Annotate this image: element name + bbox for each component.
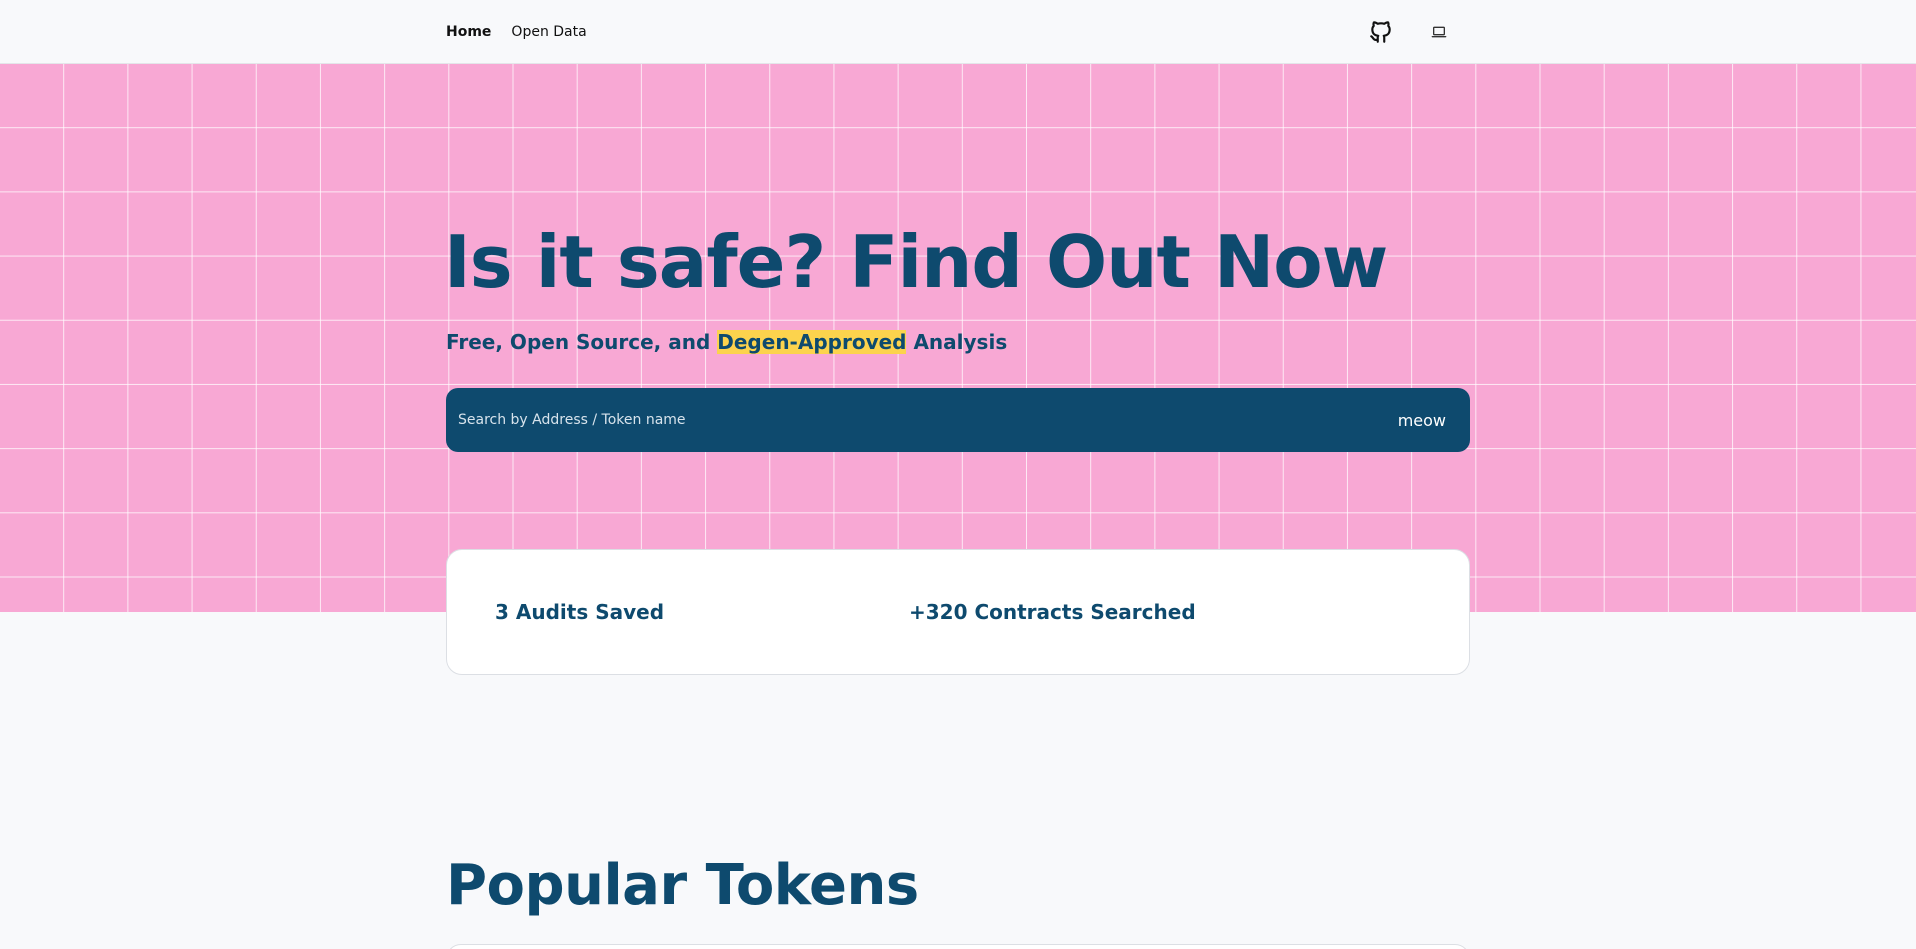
top-nav: Home Open Data [0, 0, 1916, 64]
laptop-icon[interactable] [1428, 21, 1450, 43]
nav-link-home[interactable]: Home [446, 24, 491, 40]
subline-highlight: Degen-Approved [717, 330, 907, 354]
subline-text-before: Free, Open Source, and [446, 330, 718, 354]
nav-link-open-data[interactable]: Open Data [511, 24, 586, 40]
nav-inner: Home Open Data [446, 0, 1470, 64]
search-button[interactable]: meow [1398, 411, 1446, 430]
stat-contracts-searched: +320 Contracts Searched [909, 600, 1196, 624]
search-input[interactable] [446, 388, 1398, 452]
stat-audits-saved: 3 Audits Saved [495, 600, 665, 624]
subline-text-after: Analysis [906, 330, 1008, 354]
popular-tokens-title: Popular Tokens [446, 853, 919, 918]
popular-tokens-card [446, 944, 1470, 949]
search-bar: meow [446, 388, 1470, 452]
github-icon[interactable] [1367, 18, 1395, 46]
hero-subline: Free, Open Source, and Degen-Approved An… [446, 328, 1007, 356]
stats-card: 3 Audits Saved +320 Contracts Searched [446, 549, 1470, 675]
hero-headline: Is it safe? Find Out Now [444, 220, 1388, 304]
